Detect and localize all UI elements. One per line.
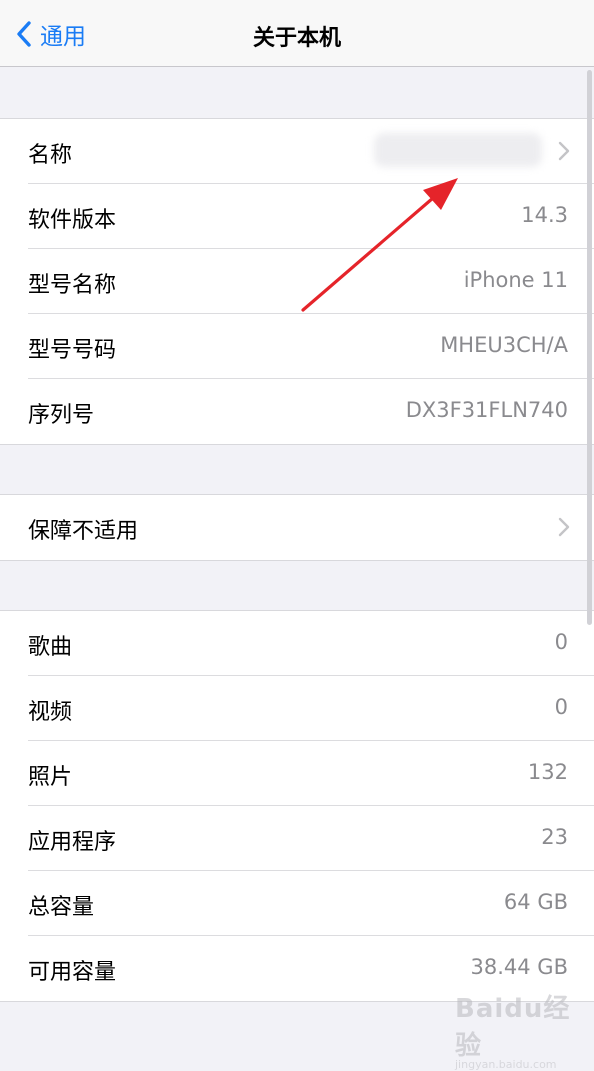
storage-stats-group: 歌曲 0 视频 0 照片 132 应用程序 23 总容量 64 GB 可用容量 … — [0, 610, 594, 1002]
serial-number-row[interactable]: 序列号 DX3F31FLN740 — [0, 379, 594, 444]
row-value: MHEU3CH/A — [440, 333, 568, 357]
watermark-subtext: jingyan.baidu.com — [455, 1058, 557, 1071]
watermark-text: Baidu经验 — [455, 994, 571, 1061]
row-label: 保障不适用 — [28, 519, 139, 544]
row-label: 照片 — [28, 765, 73, 790]
row-label: 名称 — [28, 143, 73, 168]
row-label: 型号号码 — [28, 338, 117, 363]
row-label: 视频 — [28, 700, 73, 725]
photos-row: 照片 132 — [0, 741, 594, 806]
row-label: 总容量 — [28, 895, 95, 920]
capacity-row: 总容量 64 GB — [0, 871, 594, 936]
row-value: 14.3 — [521, 203, 568, 227]
videos-row: 视频 0 — [0, 676, 594, 741]
row-label: 序列号 — [28, 403, 95, 428]
row-value: DX3F31FLN740 — [405, 398, 568, 422]
device-info-group: 名称 软件版本 14.3 型号名称 iPhone 11 型号号码 MHEU3CH… — [0, 118, 594, 445]
chevron-right-icon — [558, 141, 570, 161]
blurred-name-value — [374, 133, 542, 167]
songs-row: 歌曲 0 — [0, 611, 594, 676]
row-value: 38.44 GB — [470, 955, 568, 979]
model-number-row[interactable]: 型号号码 MHEU3CH/A — [0, 314, 594, 379]
page-title: 关于本机 — [252, 26, 341, 51]
row-label: 软件版本 — [28, 208, 117, 233]
row-label: 型号名称 — [28, 273, 117, 298]
coverage-row[interactable]: 保障不适用 — [0, 495, 594, 560]
row-label: 应用程序 — [28, 830, 117, 855]
row-value: 64 GB — [503, 890, 568, 914]
row-value: iPhone 11 — [463, 268, 568, 292]
chevron-right-icon — [558, 517, 570, 537]
applications-row: 应用程序 23 — [0, 806, 594, 871]
row-label: 歌曲 — [28, 635, 73, 660]
scroll-indicator[interactable] — [587, 70, 592, 625]
row-value: 132 — [527, 760, 568, 784]
name-row[interactable]: 名称 — [0, 119, 594, 184]
row-label: 可用容量 — [28, 960, 117, 985]
software-version-row[interactable]: 软件版本 14.3 — [0, 184, 594, 249]
row-value: 0 — [554, 630, 568, 654]
model-name-row: 型号名称 iPhone 11 — [0, 249, 594, 314]
row-value: 0 — [554, 695, 568, 719]
baidu-watermark: Baidu经验 jingyan.baidu.com — [455, 988, 580, 1071]
row-value: 23 — [541, 825, 568, 849]
coverage-group: 保障不适用 — [0, 494, 594, 561]
navigation-bar: 通用 关于本机 — [0, 0, 594, 67]
